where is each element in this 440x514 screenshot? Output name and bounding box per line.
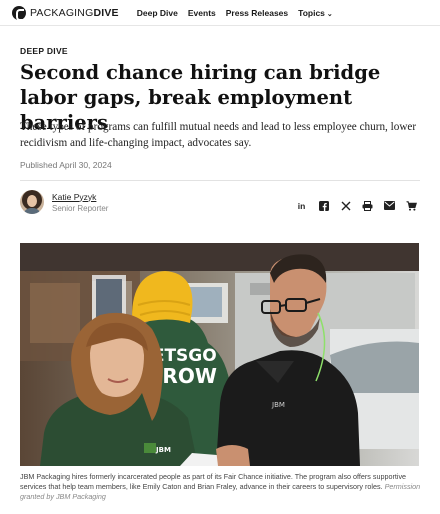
nav-item-events[interactable]: Events (188, 8, 216, 18)
x-icon[interactable] (340, 200, 351, 211)
top-navigation-bar: PACKAGINGDIVE Deep Dive Events Press Rel… (0, 0, 440, 26)
email-icon[interactable] (384, 200, 395, 211)
article-hero-photo: LETSGO GROW JBM JBM (20, 243, 419, 466)
site-logo[interactable]: PACKAGINGDIVE (12, 5, 119, 21)
article-kicker[interactable]: DEEP DIVE (20, 46, 68, 56)
hero-photo-illustration: LETSGO GROW JBM JBM (20, 243, 419, 466)
photo-caption: JBM Packaging hires formerly incarcerate… (20, 472, 422, 502)
published-date: Published April 30, 2024 (20, 160, 112, 170)
share-toolbar: in (296, 200, 417, 211)
author-byline: Katie Pyzyk Senior Reporter (20, 190, 108, 214)
site-logo-text: PACKAGINGDIVE (30, 6, 119, 19)
topics-label: Topics (298, 7, 325, 18)
main-nav: Deep Dive Events Press Releases Topics ⌄ (137, 8, 333, 18)
nav-item-topics[interactable]: Topics ⌄ (298, 8, 333, 18)
facebook-icon[interactable] (318, 200, 329, 211)
author-info: Katie Pyzyk Senior Reporter (52, 192, 108, 213)
linkedin-icon[interactable]: in (296, 200, 307, 211)
packaging-dive-logo-icon (12, 5, 26, 21)
nav-item-deep-dive[interactable]: Deep Dive (137, 8, 178, 18)
author-role: Senior Reporter (52, 203, 109, 213)
article-dek: These types of programs can fulfill mutu… (20, 121, 417, 149)
byline-divider (20, 180, 420, 181)
shirt-logo-2: JBM (271, 401, 285, 409)
cart-icon[interactable] (406, 200, 417, 211)
print-icon[interactable] (362, 200, 373, 211)
chevron-down-icon: ⌄ (326, 10, 333, 18)
author-avatar (20, 190, 44, 214)
author-name-link[interactable]: Katie Pyzyk (52, 192, 108, 202)
caption-text: JBM Packaging hires formerly incarcerate… (20, 472, 407, 491)
shirt-logo-1: JBM (155, 446, 171, 454)
nav-item-press-releases[interactable]: Press Releases (226, 8, 288, 18)
